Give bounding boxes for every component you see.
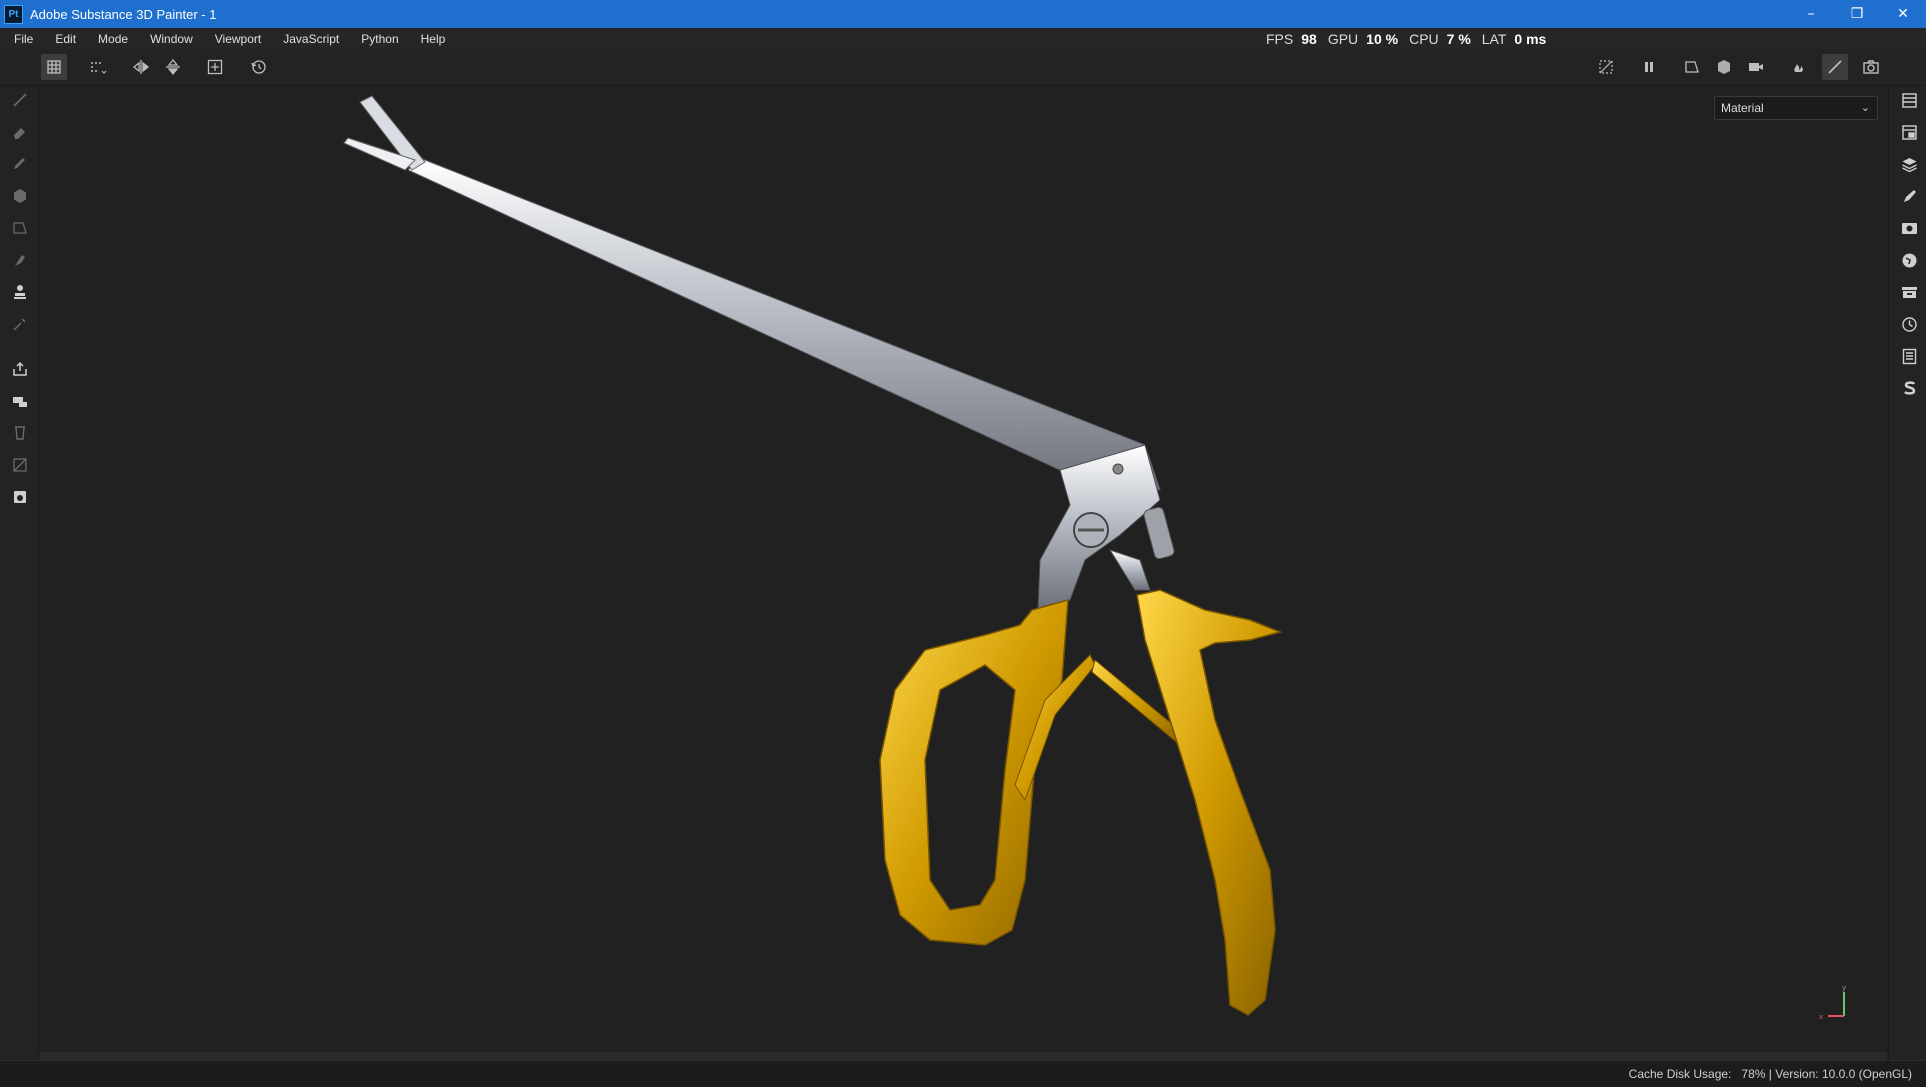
trash-icon[interactable] — [9, 422, 31, 444]
performance-stats: FPS 98 GPU 10 % CPU 7 % LAT 0 ms — [1266, 28, 1557, 49]
surgical-instrument-model — [343, 95, 1283, 1016]
status-separator: | — [1768, 1067, 1772, 1081]
hide-icon[interactable] — [1593, 54, 1619, 80]
layer-stack-icon[interactable] — [1898, 153, 1920, 175]
smudge-icon[interactable] — [9, 249, 31, 271]
axis-gizmo: y x — [1819, 984, 1846, 1021]
restore-icon[interactable]: ❐ — [1834, 0, 1880, 28]
viewport-mode-select[interactable]: Material ⌄ — [1714, 96, 1878, 120]
menu-edit[interactable]: Edit — [42, 32, 85, 46]
reset-icon[interactable] — [246, 54, 272, 80]
cpu-value: 7 % — [1446, 30, 1471, 47]
clone-icon[interactable] — [9, 281, 31, 303]
save-icon[interactable] — [9, 486, 31, 508]
bake-mesh-icon[interactable] — [9, 390, 31, 412]
projection-icon[interactable] — [9, 153, 31, 175]
status-info: Cache Disk Usage: 78% | Version: 10.0.0 … — [1629, 1067, 1912, 1081]
menu-help[interactable]: Help — [408, 32, 455, 46]
top-toolbar — [0, 49, 1926, 86]
color-picker-icon[interactable] — [9, 313, 31, 335]
paint-brush-icon[interactable] — [1822, 54, 1848, 80]
lat-value: 0 ms — [1514, 30, 1547, 47]
fit-view-icon[interactable] — [202, 54, 228, 80]
fps-label: FPS — [1266, 30, 1294, 47]
display-icon[interactable] — [1898, 217, 1920, 239]
cpu-label: CPU — [1409, 30, 1439, 47]
close-icon[interactable]: ✕ — [1880, 0, 1926, 28]
paint-icon[interactable] — [9, 89, 31, 111]
bake-icon[interactable] — [1786, 54, 1812, 80]
selection-grid-icon[interactable] — [85, 54, 111, 80]
menu-mode[interactable]: Mode — [85, 32, 137, 46]
status-bar: Cache Disk Usage: 78% | Version: 10.0.0 … — [0, 1060, 1926, 1087]
menu-window[interactable]: Window — [137, 32, 202, 46]
right-panel-strip — [1888, 86, 1926, 1060]
shelf-icon[interactable] — [1898, 281, 1920, 303]
menu-file[interactable]: File — [0, 32, 42, 46]
screenshot-icon[interactable] — [1858, 54, 1884, 80]
history-icon[interactable] — [1898, 313, 1920, 335]
cube-view-icon[interactable] — [1711, 54, 1737, 80]
gpu-value: 10 % — [1366, 30, 1399, 47]
environment-icon[interactable] — [1898, 249, 1920, 271]
substance-icon[interactable] — [1898, 377, 1920, 399]
fps-value: 98 — [1301, 30, 1317, 47]
polygon-fill-icon[interactable] — [9, 217, 31, 239]
app-logo-icon: Pt — [4, 4, 23, 24]
eraser-icon[interactable] — [9, 121, 31, 143]
left-tool-strip — [0, 86, 39, 1060]
layers-panel-icon[interactable] — [1898, 89, 1920, 111]
uv-grid-icon[interactable] — [41, 54, 67, 80]
export-icon[interactable] — [9, 358, 31, 380]
version-text: Version: 10.0.0 (OpenGL) — [1775, 1067, 1912, 1081]
menu-viewport[interactable]: Viewport — [202, 32, 270, 46]
minimize-icon[interactable]: – — [1788, 0, 1834, 28]
chevron-down-icon: ⌄ — [1860, 102, 1870, 114]
texture-set-icon[interactable] — [1898, 121, 1920, 143]
menu-bar: File Edit Mode Window Viewport JavaScrip… — [0, 28, 1926, 49]
title-bar: Pt Adobe Substance 3D Painter - 1 – ❐ ✕ — [0, 0, 1926, 28]
mirror-y-icon[interactable] — [160, 54, 186, 80]
window-controls: – ❐ ✕ — [1788, 0, 1926, 28]
axis-x-label: x — [1819, 1013, 1823, 1021]
viewport-mode-value: Material — [1721, 101, 1764, 115]
menu-python[interactable]: Python — [348, 32, 407, 46]
mirror-x-icon[interactable] — [128, 54, 154, 80]
viewport-scrollbar[interactable] — [39, 1052, 1887, 1060]
log-icon[interactable] — [1898, 345, 1920, 367]
uv-layout-icon[interactable] — [9, 454, 31, 476]
gpu-label: GPU — [1327, 30, 1359, 47]
axis-y-label: y — [1842, 984, 1846, 992]
brush-settings-icon[interactable] — [1898, 185, 1920, 207]
menu-javascript[interactable]: JavaScript — [270, 32, 348, 46]
lat-label: LAT — [1481, 30, 1507, 47]
cache-label: Cache Disk Usage: — [1628, 1067, 1732, 1081]
pause-icon[interactable] — [1636, 54, 1662, 80]
cache-value: 78% — [1741, 1067, 1766, 1081]
viewport-3d[interactable] — [39, 86, 1887, 1052]
geometry-mask-icon[interactable] — [9, 185, 31, 207]
camera-icon[interactable] — [1743, 54, 1769, 80]
window-title: Adobe Substance 3D Painter - 1 — [30, 6, 217, 22]
perspective-icon[interactable] — [1679, 54, 1705, 80]
